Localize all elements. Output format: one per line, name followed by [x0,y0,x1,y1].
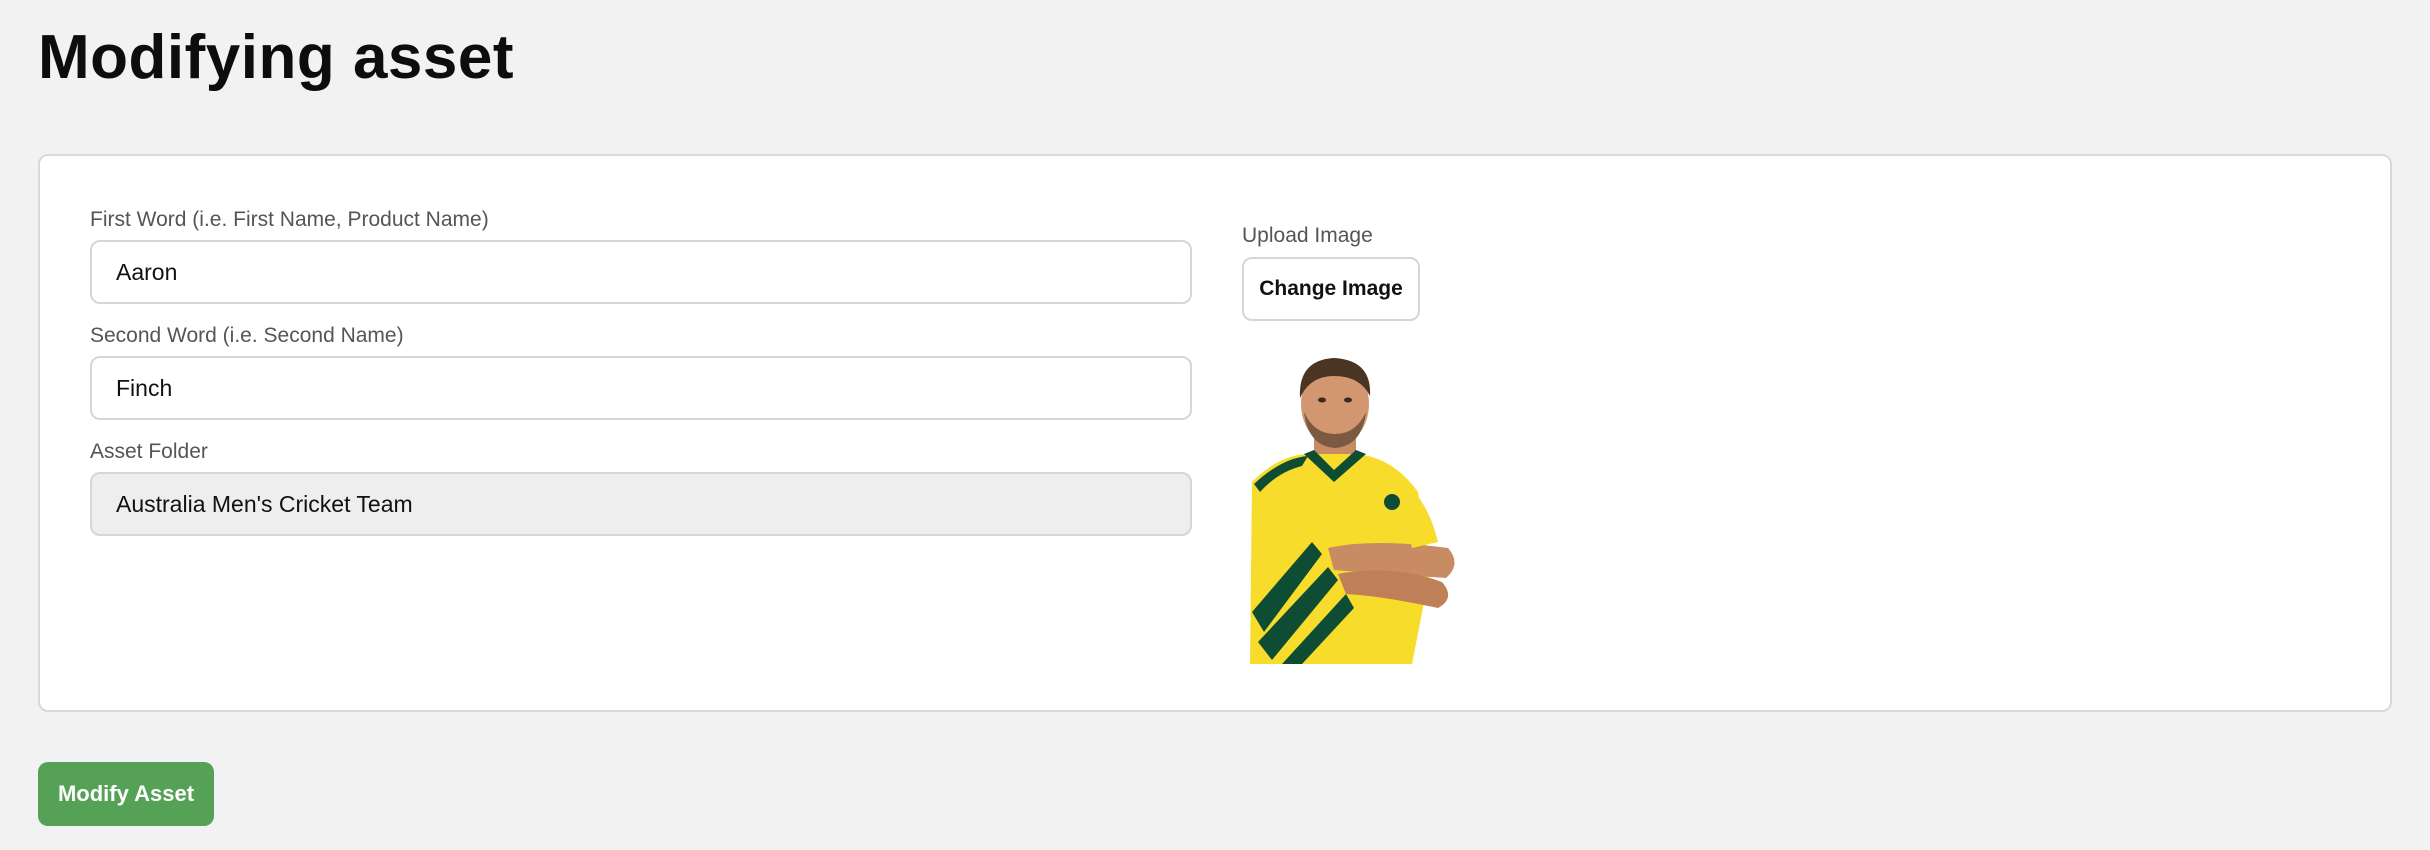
asset-form-card: First Word (i.e. First Name, Product Nam… [38,154,2392,712]
asset-folder-label: Asset Folder [90,440,208,463]
modify-asset-button[interactable]: Modify Asset [38,762,214,826]
second-word-input[interactable] [90,356,1192,420]
player-photo [1250,358,1455,664]
change-image-button[interactable]: Change Image [1242,257,1420,321]
upload-image-label: Upload Image [1242,224,1373,247]
asset-folder-input [90,472,1192,536]
second-word-label: Second Word (i.e. Second Name) [90,324,404,347]
first-word-label: First Word (i.e. First Name, Product Nam… [90,208,489,231]
page-title: Modifying asset [38,23,515,92]
first-word-input[interactable] [90,240,1192,304]
